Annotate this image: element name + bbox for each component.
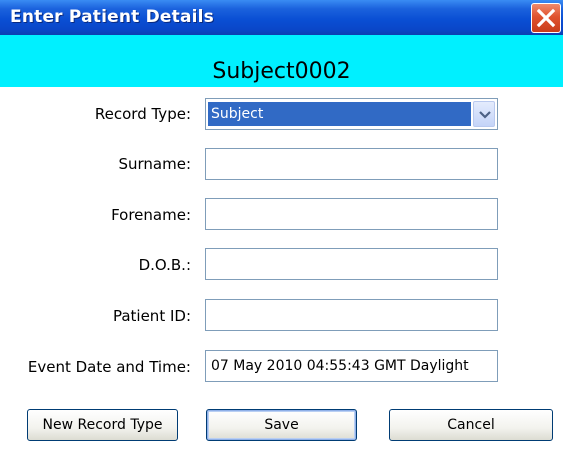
forename-label: Forename: — [111, 206, 191, 224]
close-button[interactable] — [531, 3, 561, 33]
new-record-type-button[interactable]: New Record Type — [27, 409, 178, 441]
record-type-label: Record Type: — [94, 105, 191, 123]
chevron-down-icon — [479, 111, 491, 119]
event-date-label: Event Date and Time: — [27, 358, 191, 376]
dob-label: D.O.B.: — [138, 256, 191, 274]
dob-field[interactable] — [205, 248, 498, 280]
patient-id-label: Patient ID: — [112, 307, 191, 325]
record-type-select[interactable]: Subject — [205, 98, 498, 130]
forename-field[interactable] — [205, 198, 498, 230]
surname-field[interactable] — [205, 148, 498, 180]
window-title: Enter Patient Details — [10, 7, 214, 27]
patient-id-field[interactable] — [205, 299, 498, 331]
subject-title: Subject0002 — [212, 59, 351, 84]
record-type-dropdown-button[interactable] — [473, 101, 495, 127]
surname-label: Surname: — [118, 155, 191, 173]
close-icon — [536, 8, 556, 28]
event-date-field[interactable] — [205, 350, 498, 382]
save-button[interactable]: Save — [206, 409, 357, 441]
record-type-selected-value: Subject — [208, 102, 471, 126]
cancel-button[interactable]: Cancel — [389, 409, 553, 441]
title-bar: Enter Patient Details — [0, 0, 563, 35]
